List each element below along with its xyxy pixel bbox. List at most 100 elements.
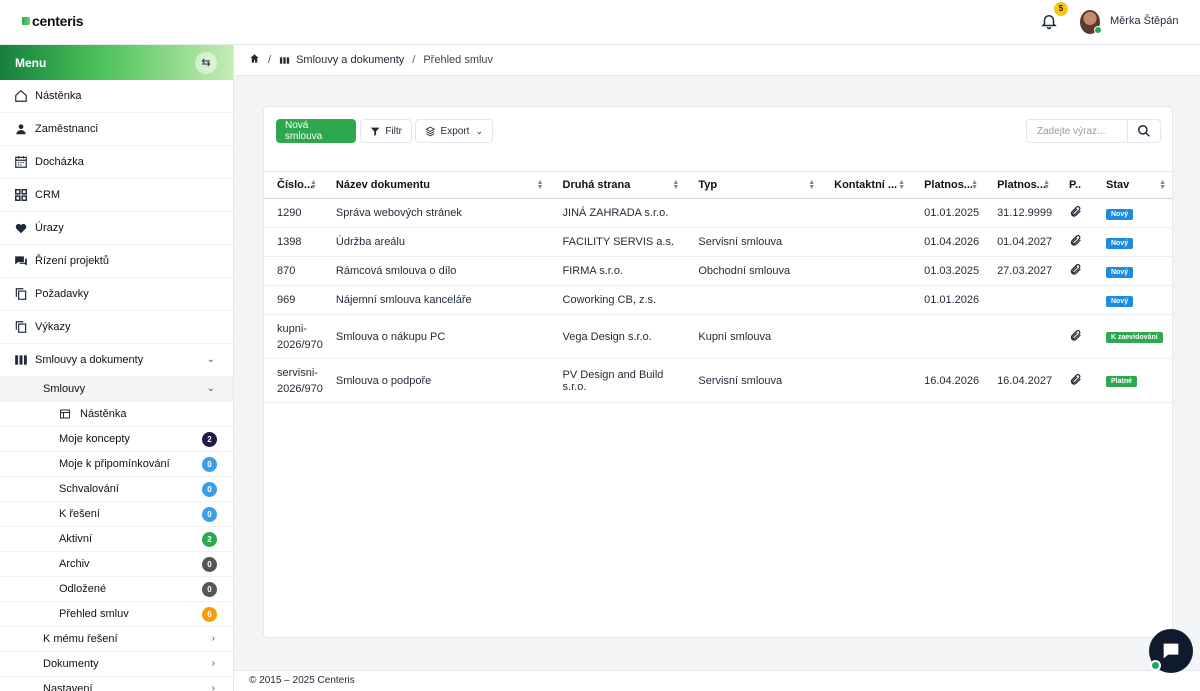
collapse-menu-button[interactable]: ⇆ (195, 52, 217, 74)
sort-icon: ▲ ▼ (971, 179, 979, 191)
sidebar-subitem-nastenka[interactable]: Nástěnka (0, 402, 233, 427)
new-contract-button[interactable]: Nová smlouva (276, 119, 356, 143)
count-badge: 0 (202, 482, 217, 497)
cell-od (911, 314, 985, 359)
sidebar-subitem-k-memu-reseni[interactable]: K mému řešení › (0, 627, 233, 652)
cell-kontakt (821, 285, 912, 315)
cell-nazev: Správa webových stránek (322, 198, 550, 228)
column-header-label: Číslo... (277, 179, 314, 191)
cell-stav: Nový (1093, 227, 1172, 257)
cell-stav: Nový (1093, 198, 1172, 228)
cell-kontakt (821, 198, 912, 228)
cell-strana: Vega Design s.r.o. (549, 314, 686, 359)
status-badge: Nový (1106, 295, 1134, 307)
table-row[interactable]: kupni-2026/970 Smlouva o nákupu PC Vega De… (264, 314, 1172, 359)
table-row[interactable]: 1290 Správa webových stránek JINÁ ZAHRADA … (264, 198, 1172, 228)
count-badge: 0 (202, 582, 217, 597)
column-header-platnost-do[interactable]: Platnos... ▲ ▼ (984, 171, 1057, 199)
cell-cislo: 1398 (264, 227, 323, 257)
sidebar-subitem-dokumenty[interactable]: Dokumenty › (0, 652, 233, 677)
user-name[interactable]: Měrka Štěpán (1110, 15, 1178, 27)
cell-priloha (1056, 198, 1093, 228)
sidebar-item-crm[interactable]: CRM (0, 179, 233, 212)
cell-do (984, 285, 1057, 315)
copy-icon (14, 320, 28, 334)
cell-cislo: kupni-2026/970 (264, 314, 323, 359)
table-row[interactable]: servisni-2026/970 Smlouva o podpoře PV Des… (264, 358, 1172, 403)
table-row[interactable]: 969 Nájemní smlouva kanceláře Coworking CB… (264, 285, 1172, 315)
sidebar-item-label: Zaměstnanci (35, 123, 98, 135)
sidebar-item-smlouvy-a-dokumenty[interactable]: Smlouvy a dokumenty ⌄ (0, 344, 233, 377)
sidebar-subitem-prehled-smluv[interactable]: Přehled smluv 6 (0, 602, 233, 627)
dashboard-icon (59, 408, 71, 420)
column-header-label: Název dokumentu (335, 179, 431, 191)
sidebar-subitem-moje-koncepty[interactable]: Moje koncepty 2 (0, 427, 233, 452)
search-button[interactable] (1127, 119, 1161, 143)
sidebar-subitem-label: Archiv (59, 558, 90, 570)
sidebar-item-rizeni-projektu[interactable]: Řízení projektů (0, 245, 233, 278)
sidebar-subitem-odlozene[interactable]: Odložené 0 (0, 577, 233, 602)
sidebar-item-zamestnanci[interactable]: Zaměstnanci (0, 113, 233, 146)
sidebar-subitem-k-reseni[interactable]: K řešení 0 (0, 502, 233, 527)
sidebar-subitem-label: K řešení (59, 508, 100, 520)
column-header-label: P.. (1069, 179, 1082, 191)
paperclip-icon[interactable] (1069, 264, 1082, 279)
sort-icon: ▲ ▼ (309, 179, 317, 191)
paperclip-icon[interactable] (1069, 206, 1082, 221)
paperclip-icon[interactable] (1069, 329, 1082, 345)
column-header-nazev[interactable]: Název dokumentu ▲ ▼ (322, 171, 550, 199)
search-icon (1138, 125, 1150, 137)
export-button[interactable]: Export ⌄ (415, 119, 493, 143)
sidebar-subitem-nastaveni[interactable]: Nastavení › (0, 677, 233, 691)
sidebar-item-label: Řízení projektů (35, 255, 109, 267)
breadcrumb-section[interactable]: Smlouvy a dokumenty (296, 54, 404, 66)
sidebar-subitem-aktivni[interactable]: Aktivní 2 (0, 527, 233, 552)
paperclip-icon[interactable] (1069, 373, 1082, 389)
search-input[interactable] (1026, 119, 1127, 143)
sidebar-item-nastenka[interactable]: Nástěnka (0, 80, 233, 113)
sidebar-item-pozadavky[interactable]: Požadavky (0, 278, 233, 311)
sidebar-subitem-label: Schvalování (59, 483, 119, 495)
notification-badge: 5 (1054, 2, 1068, 16)
count-badge: 0 (202, 457, 217, 472)
column-header-stav[interactable]: Stav ▲ ▼ (1093, 171, 1172, 199)
footer: © 2015 – 2025 Centeris (234, 670, 1200, 691)
sidebar-item-dochazka[interactable]: Docházka (0, 146, 233, 179)
bell-icon[interactable] (1040, 12, 1058, 30)
table-row[interactable]: 1398 Údržba areálu FACILITY SERVIS a.s. Ser… (264, 227, 1172, 257)
contracts-icon (279, 55, 290, 66)
sidebar-item-label: CRM (35, 189, 61, 201)
column-header-platnost-od[interactable]: Platnos... ▲ ▼ (911, 171, 985, 199)
column-header-druha-strana[interactable]: Druhá strana ▲ ▼ (549, 171, 686, 199)
cell-typ: Servisní smlouva (685, 358, 822, 403)
cell-stav: Nový (1093, 256, 1172, 286)
column-header-prilohy[interactable]: P.. (1056, 171, 1093, 199)
sidebar-subitem-label: K mému řešení (43, 633, 118, 645)
paperclip-icon[interactable] (1069, 235, 1082, 250)
sidebar-item-vykazy[interactable]: Výkazy (0, 311, 233, 344)
home-icon[interactable] (249, 53, 260, 67)
app-logo[interactable]: centeris (22, 13, 84, 29)
menu-title: Menu (15, 56, 47, 70)
sidebar-subitem-label: Smlouvy (43, 383, 86, 395)
column-header-typ[interactable]: Typ ▲ ▼ (685, 171, 822, 199)
cell-typ: Servisní smlouva (685, 227, 822, 257)
sidebar-item-urazy[interactable]: Úrazy (0, 212, 233, 245)
sidebar-subitem-label: Dokumenty (43, 658, 99, 670)
sidebar-subitem-archiv[interactable]: Archiv 0 (0, 552, 233, 577)
sidebar-item-label: Výkazy (35, 321, 71, 333)
sidebar-subitem-schvalovani[interactable]: Schvalování 0 (0, 477, 233, 502)
cell-priloha (1056, 358, 1093, 403)
cell-od: 16.04.2026 (911, 358, 985, 403)
table-row[interactable]: 870 Rámcová smlouva o dílo FIRMA s.r.o. Obc… (264, 256, 1172, 286)
heart-icon (14, 221, 28, 235)
cell-priloha (1056, 314, 1093, 359)
cell-kontakt (821, 314, 912, 359)
sidebar-subitem-moje-k-pripominkovani[interactable]: Moje k připomínkování 0 (0, 452, 233, 477)
chevron-down-icon: ⌄ (206, 383, 215, 394)
column-header-cislo[interactable]: Číslo... ▲ ▼ (264, 171, 323, 199)
sidebar-subitem-smlouvy[interactable]: Smlouvy ⌄ (0, 377, 233, 402)
column-header-kontaktni[interactable]: Kontaktní ... ▲ ▼ (821, 171, 912, 199)
cell-priloha (1056, 285, 1093, 315)
filter-button[interactable]: Filtr (360, 119, 412, 143)
